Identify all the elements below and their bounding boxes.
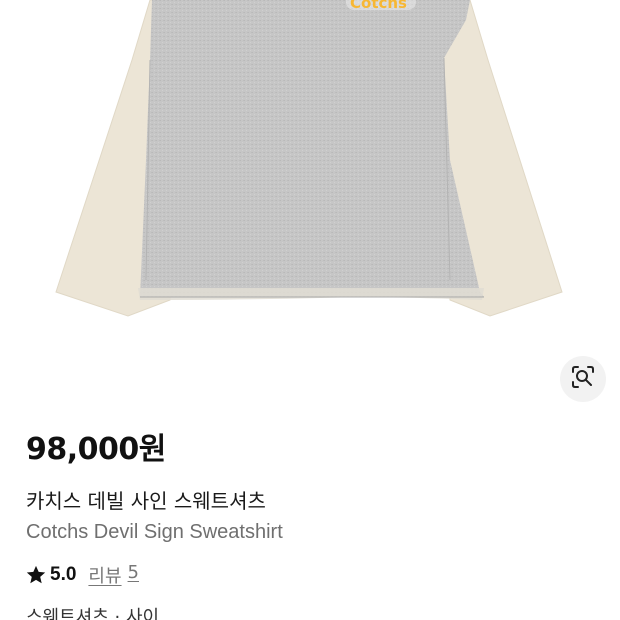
- hem-rib: [138, 288, 484, 300]
- sweatshirt-illustration: Cotchs: [55, 0, 563, 317]
- product-detail-screen: Cotchs 98,000원 카치스 데빌 사인 스웨트셔츠 Cotchs De…: [0, 0, 620, 620]
- sweatshirt-body: [140, 0, 484, 297]
- product-name-korean: 카치스 데빌 사인 스웨트셔츠: [26, 489, 266, 513]
- reviews-link[interactable]: 리뷰 5: [88, 562, 139, 588]
- product-name-english: Cotchs Devil Sign Sweatshirt: [26, 521, 283, 543]
- visual-search-icon: [570, 364, 596, 394]
- product-category: 스웨트셔츠 · 사이: [26, 607, 160, 620]
- svg-text:Cotchs: Cotchs: [350, 0, 407, 12]
- logo-print: Cotchs: [346, 0, 416, 12]
- rating-row: 5.0 리뷰 5: [25, 561, 139, 589]
- rating-value: 5.0: [50, 564, 77, 585]
- product-image[interactable]: Cotchs: [0, 0, 620, 340]
- visual-search-button[interactable]: [560, 356, 606, 402]
- product-price: 98,000원: [26, 432, 166, 467]
- reviews-label: 리뷰: [88, 566, 122, 587]
- reviews-count: 5: [127, 562, 139, 583]
- star-icon: [25, 564, 47, 586]
